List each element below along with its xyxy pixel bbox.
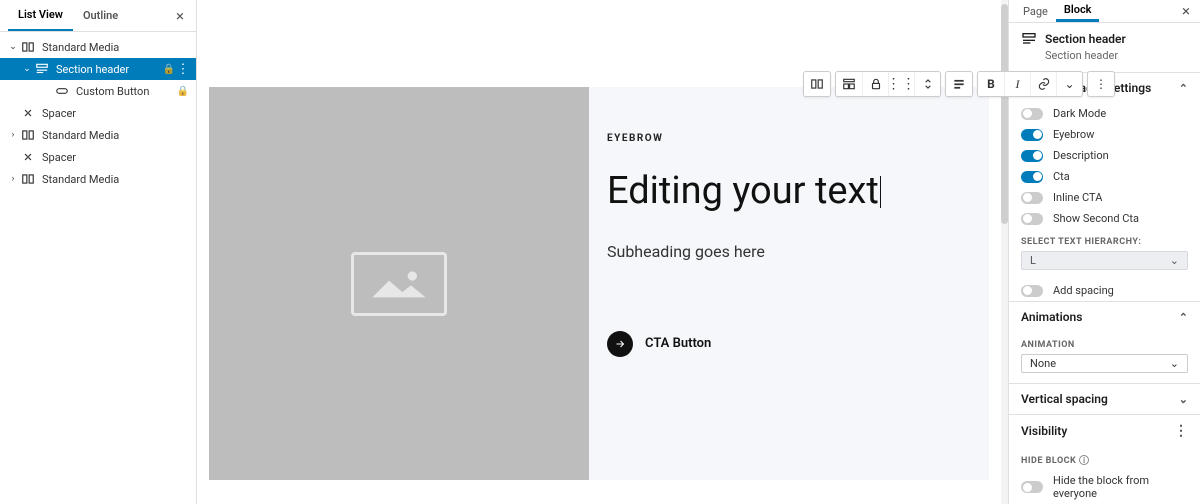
toggle-show-second-cta[interactable]: Show Second Cta xyxy=(1009,208,1200,229)
align-icon[interactable] xyxy=(946,72,972,96)
lock-icon: 🔒 xyxy=(162,64,176,75)
block-description: Section header xyxy=(1009,47,1200,73)
tab-list-view[interactable]: List View xyxy=(8,0,73,31)
chevron-down-icon[interactable]: ⌄ xyxy=(1056,72,1082,96)
tab-outline[interactable]: Outline xyxy=(73,0,128,31)
tree-row-standard-media[interactable]: ⌄ Standard Media xyxy=(0,36,196,58)
right-tabs: Page Block × xyxy=(1009,0,1200,23)
layout-icon[interactable] xyxy=(836,72,862,96)
tree-label: Standard Media xyxy=(42,173,190,186)
toggle-add-spacing[interactable]: Add spacing xyxy=(1009,280,1200,301)
chevron-down-icon[interactable]: ⌄ xyxy=(20,64,34,74)
tree-label: Section header xyxy=(56,63,162,76)
lock-icon[interactable] xyxy=(862,72,888,96)
toggle-inline-cta[interactable]: Inline CTA xyxy=(1009,187,1200,208)
tab-page[interactable]: Page xyxy=(1015,0,1056,22)
chevron-right-icon[interactable]: › xyxy=(6,174,20,184)
text-column: EYEBROW Editing your text Subheading goe… xyxy=(589,87,989,480)
arrow-right-icon xyxy=(607,331,633,357)
spacer-icon xyxy=(20,105,36,121)
list-view-panel: List View Outline × ⌄ Standard Media ⌄ S… xyxy=(0,0,197,504)
section-visibility[interactable]: Visibility⋮ xyxy=(1009,414,1200,447)
editor-canvas: ⋮⋮ B I ⌄ ⋮ EYEBROW Editing your text Sub… xyxy=(197,0,1001,504)
chevron-up-icon: ⌃ xyxy=(1179,82,1188,95)
subheading-text[interactable]: Subheading goes here xyxy=(607,242,989,261)
block-tree: ⌄ Standard Media ⌄ Section header 🔒 ⋮ · … xyxy=(0,32,196,194)
bold-icon[interactable]: B xyxy=(978,72,1004,96)
lock-icon: 🔒 xyxy=(176,86,190,97)
spacer-icon xyxy=(20,149,36,165)
section-vertical-spacing[interactable]: Vertical spacing⌄ xyxy=(1009,383,1200,414)
tree-label: Spacer xyxy=(42,107,190,120)
tree-label: Standard Media xyxy=(42,129,190,142)
heading-text[interactable]: Editing your text xyxy=(607,172,879,212)
tree-label: Spacer xyxy=(42,151,190,164)
more-icon[interactable]: ⋮ xyxy=(1088,72,1114,96)
button-icon xyxy=(54,83,70,99)
eyebrow-text[interactable]: EYEBROW xyxy=(607,133,989,144)
info-icon[interactable]: i xyxy=(1079,455,1089,465)
tree-label: Standard Media xyxy=(42,41,190,54)
block-identity: Section header xyxy=(1009,23,1200,47)
chevron-down-icon: ⌄ xyxy=(1170,254,1179,267)
tree-row-spacer[interactable]: · Spacer xyxy=(0,146,196,168)
toggle-cta[interactable]: Cta xyxy=(1009,166,1200,187)
italic-icon[interactable]: I xyxy=(1004,72,1030,96)
tree-row-custom-button[interactable]: · Custom Button 🔒 xyxy=(0,80,196,102)
drag-icon[interactable]: ⋮⋮ xyxy=(888,72,914,96)
tree-label: Custom Button xyxy=(76,85,176,98)
more-icon[interactable]: ⋮ xyxy=(176,62,190,77)
tree-row-section-header[interactable]: ⌄ Section header 🔒 ⋮ xyxy=(0,58,196,80)
close-icon[interactable]: × xyxy=(1178,2,1194,20)
header-icon xyxy=(1021,31,1037,47)
move-icon[interactable] xyxy=(914,72,940,96)
columns-icon xyxy=(20,171,36,187)
block-name: Section header xyxy=(1045,32,1126,46)
select-hierarchy[interactable]: L⌄ xyxy=(1021,251,1188,270)
section-header-block[interactable]: EYEBROW Editing your text Subheading goe… xyxy=(209,87,989,480)
select-animation[interactable]: None⌄ xyxy=(1021,354,1188,373)
animation-label: ANIMATION xyxy=(1009,332,1200,354)
close-icon[interactable]: × xyxy=(172,7,188,25)
toggle-hide-block[interactable]: Hide the block from everyone xyxy=(1009,470,1200,504)
toggle-eyebrow[interactable]: Eyebrow xyxy=(1009,124,1200,145)
header-icon xyxy=(34,61,50,77)
link-icon[interactable] xyxy=(1030,72,1056,96)
tab-block[interactable]: Block xyxy=(1056,0,1100,22)
tree-row-standard-media[interactable]: › Standard Media xyxy=(0,168,196,190)
left-tabs: List View Outline × xyxy=(0,0,196,32)
chevron-down-icon: ⌄ xyxy=(1170,357,1179,370)
toggle-description[interactable]: Description xyxy=(1009,145,1200,166)
chevron-down-icon: ⌄ xyxy=(1179,393,1188,406)
select-hierarchy-label: SELECT TEXT HIERARCHY: xyxy=(1009,229,1200,251)
tree-row-standard-media[interactable]: › Standard Media xyxy=(0,124,196,146)
block-toolbar: ⋮⋮ B I ⌄ ⋮ xyxy=(803,71,1115,97)
chevron-up-icon: ⌃ xyxy=(1179,311,1188,324)
chevron-down-icon[interactable]: ⌄ xyxy=(6,42,20,52)
hide-block-label: HIDE BLOCKi xyxy=(1009,447,1200,470)
cta-label: CTA Button xyxy=(645,336,711,351)
cta-button[interactable]: CTA Button xyxy=(607,331,989,357)
image-placeholder-icon xyxy=(351,252,447,316)
section-animations[interactable]: Animations⌃ xyxy=(1009,301,1200,332)
more-icon[interactable]: ⋮ xyxy=(1174,423,1188,439)
media-placeholder[interactable] xyxy=(209,87,589,480)
columns-icon xyxy=(20,39,36,55)
block-type-icon[interactable] xyxy=(804,72,830,96)
toggle-dark-mode[interactable]: Dark Mode xyxy=(1009,103,1200,124)
tree-row-spacer[interactable]: · Spacer xyxy=(0,102,196,124)
chevron-right-icon[interactable]: › xyxy=(6,130,20,140)
columns-icon xyxy=(20,127,36,143)
